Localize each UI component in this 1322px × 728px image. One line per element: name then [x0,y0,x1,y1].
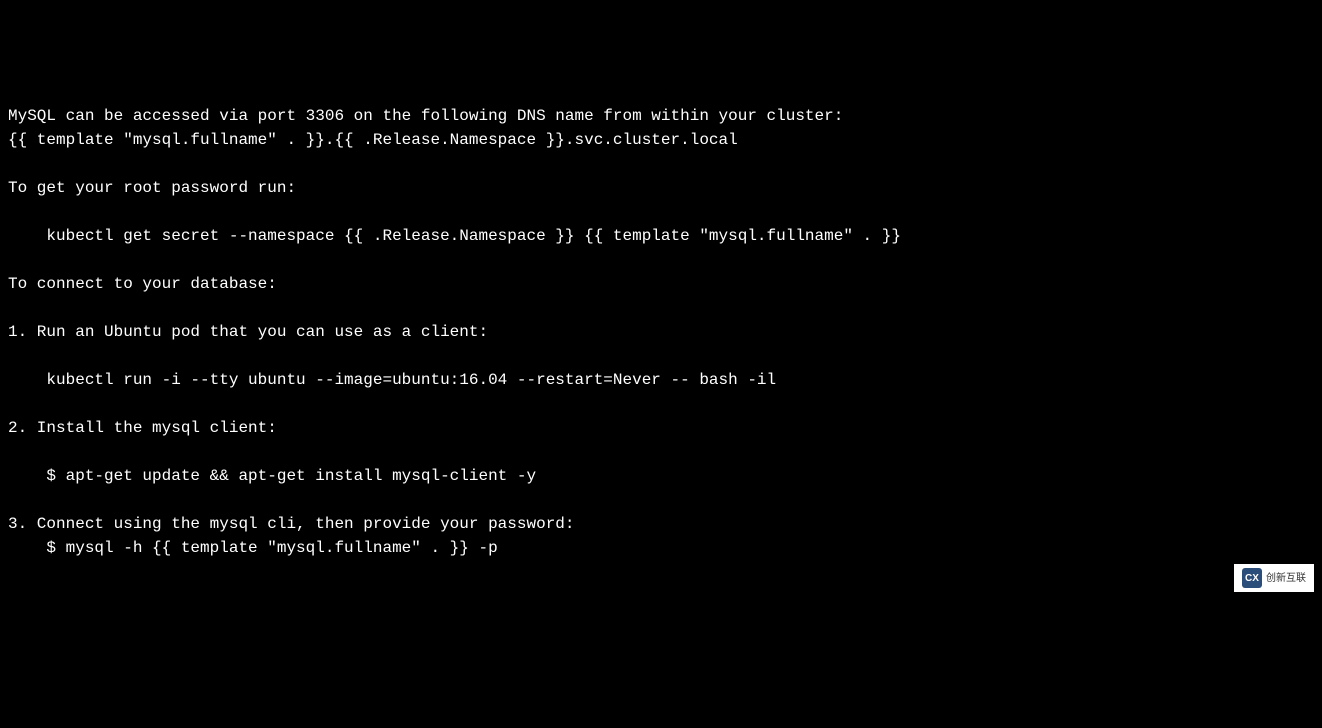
terminal-line [8,200,1314,224]
terminal-line: 2. Install the mysql client: [8,416,1314,440]
terminal-line: To connect to your database: [8,272,1314,296]
terminal-line [8,152,1314,176]
terminal-line: $ mysql -h {{ template "mysql.fullname" … [8,536,1314,560]
terminal-line: kubectl run -i --tty ubuntu --image=ubun… [8,368,1314,392]
terminal-line: 1. Run an Ubuntu pod that you can use as… [8,320,1314,344]
terminal-line [8,440,1314,464]
terminal-line: MySQL can be accessed via port 3306 on t… [8,104,1314,128]
watermark-badge: CX 创新互联 [1234,564,1314,592]
terminal-line: $ apt-get update && apt-get install mysq… [8,464,1314,488]
terminal-line [8,488,1314,512]
terminal-line: 3. Connect using the mysql cli, then pro… [8,512,1314,536]
terminal-line [8,392,1314,416]
terminal-line: kubectl get secret --namespace {{ .Relea… [8,224,1314,248]
terminal-line [8,296,1314,320]
terminal-line: {{ template "mysql.fullname" . }}.{{ .Re… [8,128,1314,152]
terminal-line [8,344,1314,368]
terminal-line: To get your root password run: [8,176,1314,200]
terminal-line [8,248,1314,272]
watermark-text: 创新互联 [1266,571,1306,586]
terminal-output[interactable]: MySQL can be accessed via port 3306 on t… [8,104,1314,560]
watermark-logo-icon: CX [1242,568,1262,588]
